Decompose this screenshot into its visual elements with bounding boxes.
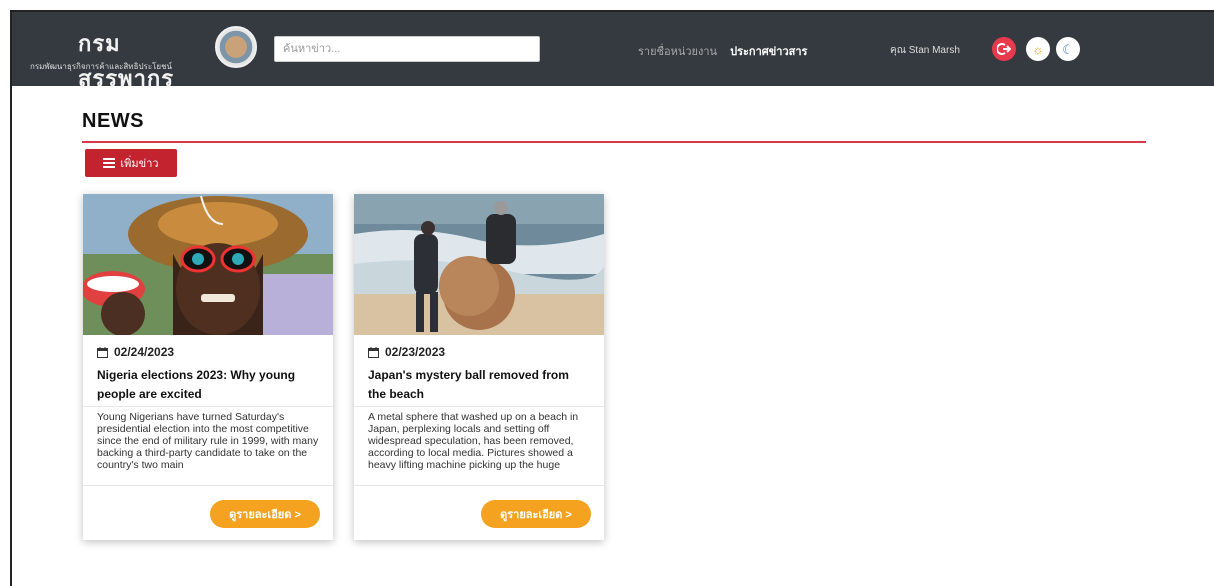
- search-input[interactable]: [274, 36, 540, 62]
- card-divider: [354, 485, 604, 486]
- news-date: 02/23/2023: [368, 345, 445, 359]
- news-title: Nigeria elections 2023: Why young people…: [97, 368, 296, 401]
- title-divider: [82, 141, 1146, 143]
- sun-icon: ☼: [1032, 41, 1044, 57]
- nav-link-announcements[interactable]: ประกาศข่าวสาร: [730, 46, 807, 58]
- card-divider: [83, 406, 333, 407]
- card-divider: [83, 485, 333, 486]
- read-more-button[interactable]: ดูรายละเอียด >: [481, 500, 591, 528]
- nav-links: รายชื่อหน่วยงาน ประกาศข่าวสาร: [638, 42, 817, 60]
- news-description: A metal sphere that washed up on a beach…: [368, 411, 579, 471]
- news-card: 02/24/2023 Nigeria elections 2023: Why y…: [83, 194, 333, 540]
- moon-icon: ☾: [1062, 41, 1074, 57]
- add-news-button[interactable]: เพิ่มข่าว: [85, 149, 177, 177]
- light-theme-button[interactable]: ☼: [1026, 37, 1050, 61]
- logout-icon: [997, 43, 1011, 55]
- read-more-button[interactable]: ดูรายละเอียด >: [210, 500, 320, 528]
- logout-button[interactable]: [992, 37, 1016, 61]
- list-icon: [103, 158, 116, 168]
- news-image[interactable]: [83, 194, 333, 335]
- card-divider: [354, 406, 604, 407]
- news-photo-nigeria: [83, 194, 333, 335]
- news-date-text: 02/24/2023: [114, 345, 175, 359]
- news-title: Japan's mystery ball removed from the be…: [368, 368, 569, 401]
- department-seal-icon: [215, 26, 257, 68]
- calendar-icon: [368, 346, 379, 358]
- news-date-text: 02/23/2023: [385, 345, 446, 359]
- calendar-icon: [97, 346, 108, 358]
- add-news-label: เพิ่มข่าว: [120, 158, 159, 170]
- news-description: Young Nigerians have turned Saturday's p…: [97, 411, 319, 471]
- news-card: 02/23/2023 Japan's mystery ball removed …: [354, 194, 604, 540]
- user-label: คุณ Stan Marsh: [890, 45, 960, 56]
- dark-theme-button[interactable]: ☾: [1056, 37, 1080, 61]
- news-photo-japan: [354, 194, 604, 335]
- news-image[interactable]: [354, 194, 604, 335]
- nav-link-departments[interactable]: รายชื่อหน่วยงาน: [638, 46, 717, 58]
- brand-subtitle: กรมพัฒนาธุรกิจการค้าและสิทธิประโยชน์: [30, 62, 173, 71]
- browser-viewport: กรมสรรพากร กรมพัฒนาธุรกิจการค้าและสิทธิป…: [10, 10, 1214, 586]
- top-navbar: กรมสรรพากร กรมพัฒนาธุรกิจการค้าและสิทธิป…: [12, 12, 1214, 92]
- brand-logo[interactable]: กรมสรรพากร กรมพัฒนาธุรกิจการค้าและสิทธิป…: [22, 20, 212, 92]
- page-title: NEWS: [82, 110, 144, 132]
- news-date: 02/24/2023: [97, 345, 174, 359]
